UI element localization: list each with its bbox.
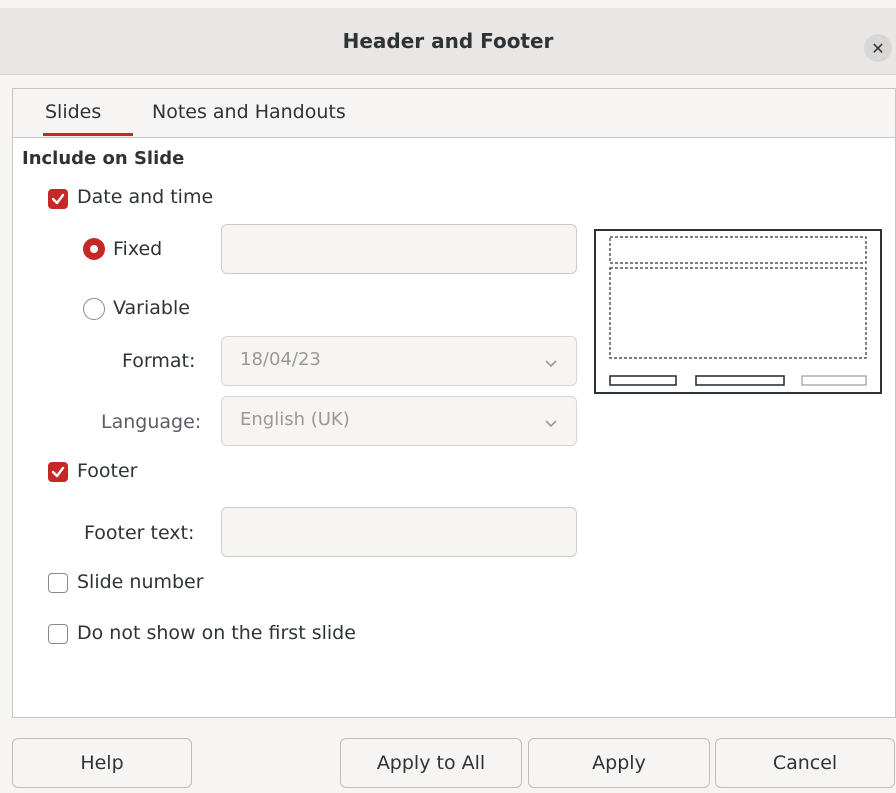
language-label: Language: — [101, 411, 202, 433]
chevron-down-icon — [544, 353, 558, 374]
date-time-label: Date and time — [77, 186, 214, 208]
footer-text-input[interactable] — [221, 507, 577, 557]
slide-number-label: Slide number — [77, 571, 204, 593]
language-value: English (UK) — [240, 409, 350, 430]
fixed-radio[interactable] — [83, 238, 105, 260]
format-value: 18/04/23 — [240, 349, 321, 370]
section-title: Include on Slide — [22, 148, 185, 169]
dialog-title: Header and Footer — [342, 29, 554, 53]
checkmark-icon — [51, 466, 65, 478]
help-button[interactable]: Help — [12, 738, 192, 788]
close-button[interactable]: ✕ — [864, 34, 892, 62]
tab-slides[interactable]: Slides — [45, 101, 101, 123]
close-icon: ✕ — [871, 38, 885, 58]
layout-preview-graphic — [609, 236, 867, 386]
language-select[interactable]: English (UK) — [221, 396, 577, 446]
slide-preview — [594, 229, 882, 394]
first-slide-label: Do not show on the first slide — [77, 622, 356, 644]
fixed-label: Fixed — [113, 238, 163, 260]
footer-checkbox[interactable] — [48, 462, 68, 482]
active-tab-indicator — [43, 133, 133, 136]
tab-bar: Slides Notes and Handouts — [13, 89, 895, 138]
format-select[interactable]: 18/04/23 — [221, 336, 577, 386]
chevron-down-icon — [544, 413, 558, 434]
title-bar: Header and Footer ✕ — [0, 8, 896, 75]
date-time-checkbox[interactable] — [48, 189, 68, 209]
fixed-date-input[interactable] — [221, 224, 577, 274]
footer-text-label: Footer text: — [84, 522, 195, 544]
apply-to-all-button[interactable]: Apply to All — [340, 738, 522, 788]
first-slide-checkbox[interactable] — [48, 624, 68, 644]
apply-button[interactable]: Apply — [528, 738, 710, 788]
slide-number-checkbox[interactable] — [48, 573, 68, 593]
variable-label: Variable — [113, 297, 190, 319]
footer-label: Footer — [77, 460, 138, 482]
checkmark-icon — [51, 193, 65, 205]
variable-radio[interactable] — [83, 298, 105, 320]
tab-notes-handouts[interactable]: Notes and Handouts — [152, 101, 346, 123]
cancel-button[interactable]: Cancel — [715, 738, 895, 788]
format-label: Format: — [122, 350, 196, 372]
